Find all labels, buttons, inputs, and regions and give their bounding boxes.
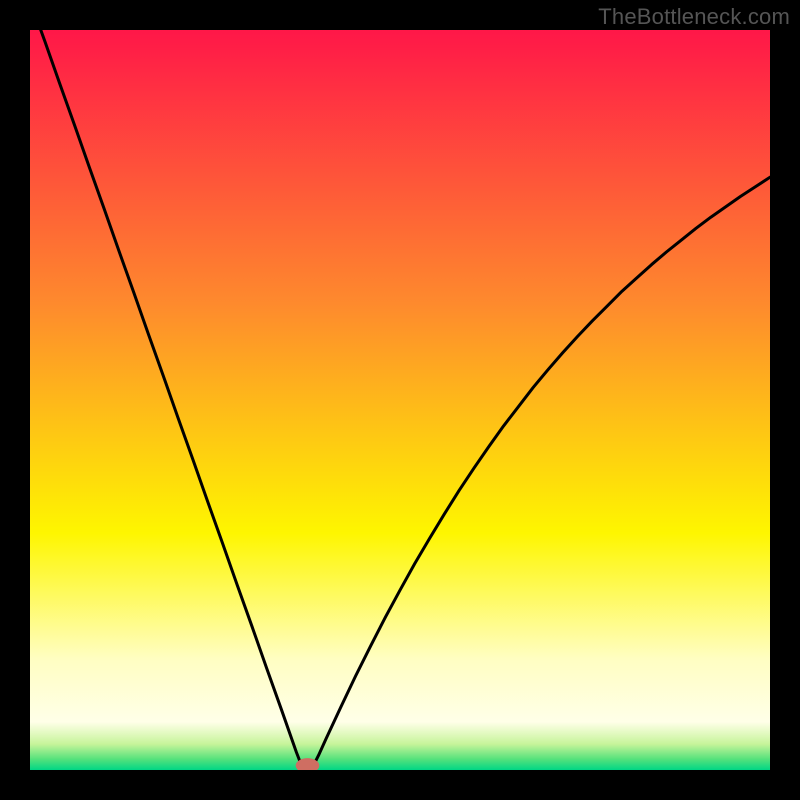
watermark-text: TheBottleneck.com — [598, 4, 790, 30]
gradient-background — [30, 30, 770, 770]
chart-svg — [30, 30, 770, 770]
plot-area — [30, 30, 770, 770]
chart-container: TheBottleneck.com — [0, 0, 800, 800]
